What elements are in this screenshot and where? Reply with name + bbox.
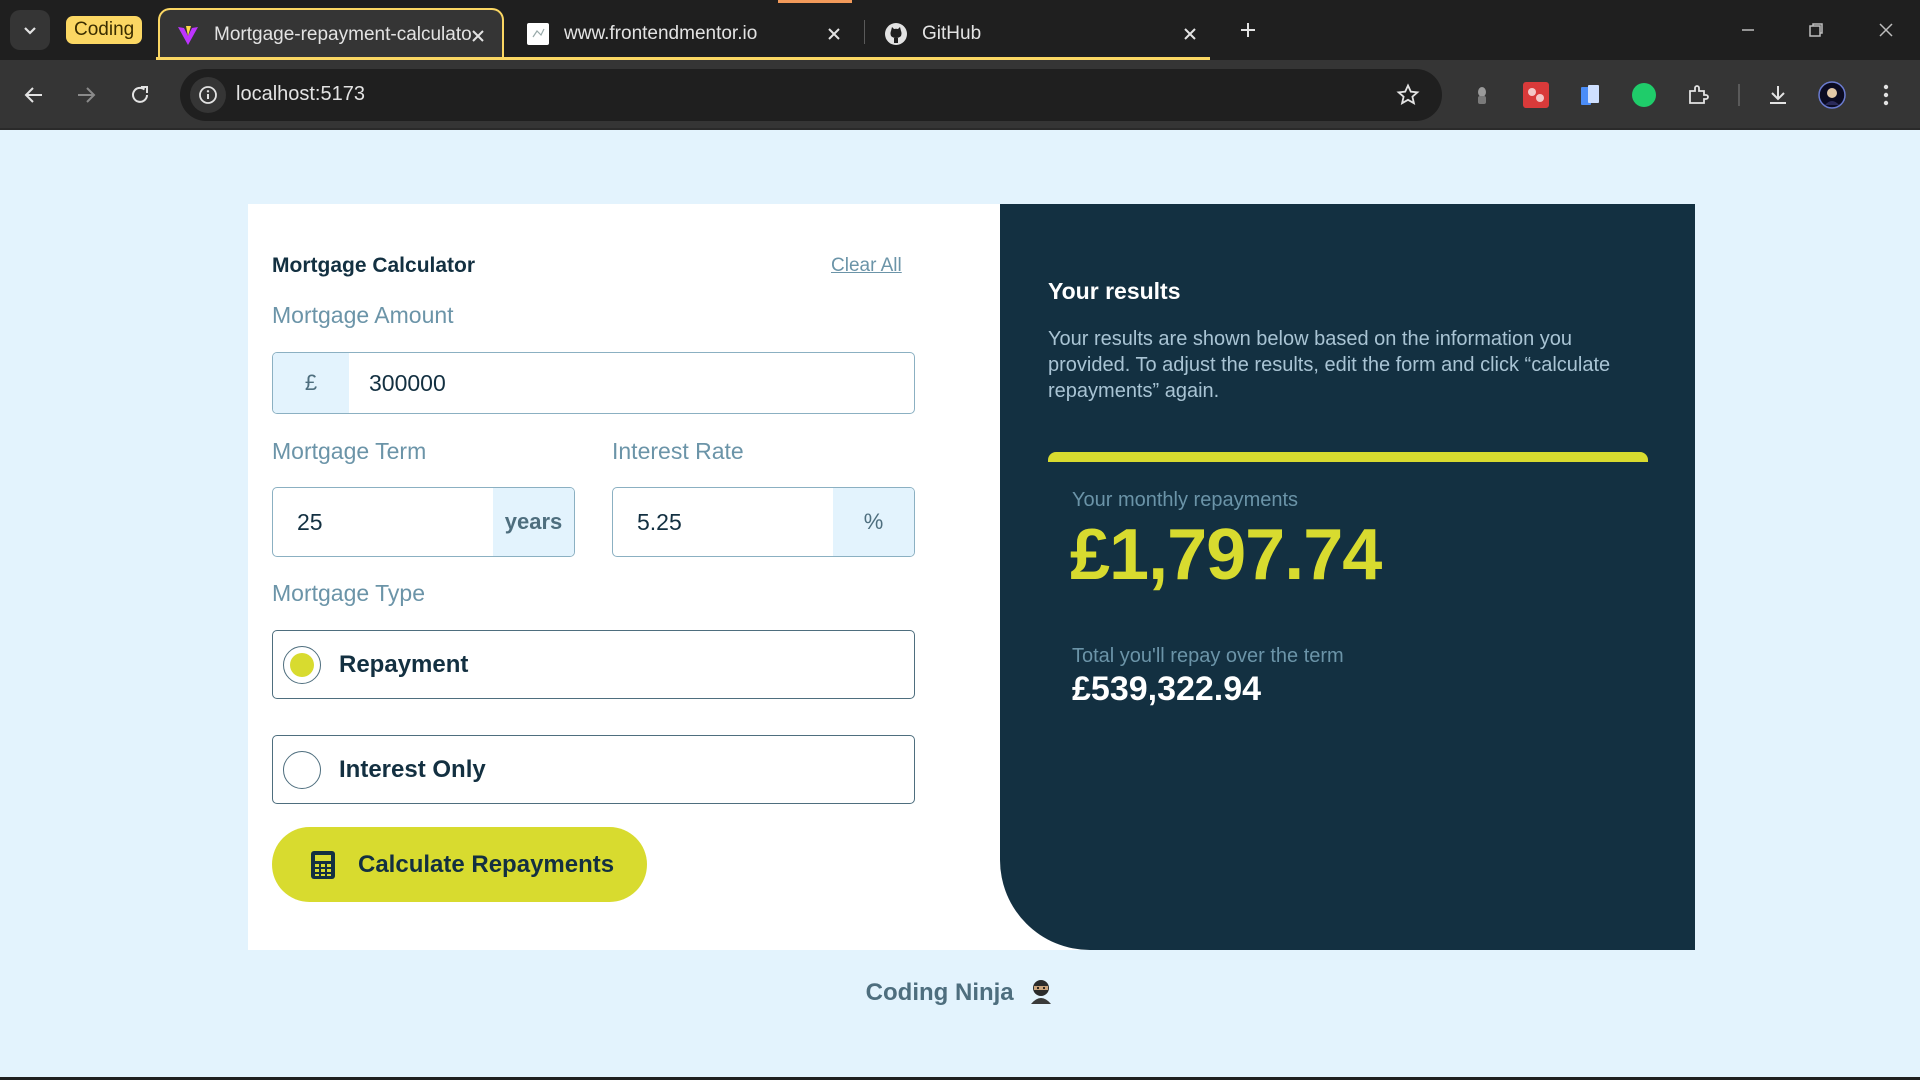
vite-logo-icon [176, 23, 200, 47]
close-icon[interactable] [1178, 22, 1202, 46]
ninja-emoji-icon [1028, 978, 1054, 1004]
close-window-button[interactable] [1862, 10, 1910, 50]
radio-dot [290, 652, 314, 677]
arrow-right-icon [78, 87, 96, 103]
clear-all-link[interactable]: Clear All [831, 255, 902, 277]
button-label: Calculate Repayments [358, 850, 615, 878]
restore-button[interactable] [1792, 10, 1840, 50]
restore-icon [1809, 23, 1823, 37]
calculate-repayments-button[interactable]: Calculate Repayments [272, 827, 647, 902]
site-info-button[interactable] [190, 77, 226, 113]
toolbar-separator [1738, 84, 1740, 106]
close-icon[interactable] [466, 24, 490, 48]
forward-button[interactable] [68, 77, 104, 113]
results-title: Your results [1048, 278, 1181, 304]
years-suffix: years [493, 488, 574, 556]
frontendmentor-favicon-icon [526, 22, 550, 46]
mortgage-form: Mortgage Calculator Clear All Mortgage A… [248, 204, 1000, 950]
star-icon [1396, 83, 1420, 106]
mortgage-term-label: Mortgage Term [272, 438, 427, 464]
extension-icon[interactable] [1522, 81, 1550, 109]
interest-rate-label: Interest Rate [612, 438, 744, 464]
minimize-button[interactable] [1724, 10, 1772, 50]
url-text: localhost:5173 [236, 83, 365, 105]
arrow-left-icon [24, 87, 42, 103]
extension-icon[interactable] [1468, 81, 1496, 109]
radio-interest-only[interactable]: Interest Only [272, 735, 915, 804]
extension-icon[interactable] [1576, 81, 1604, 109]
info-icon [199, 86, 217, 104]
interest-rate-field[interactable]: 5.25 % [612, 487, 915, 557]
calculator-card: Mortgage Calculator Clear All Mortgage A… [248, 204, 1695, 950]
tab-search-button[interactable] [10, 10, 50, 50]
total-repay-label: Total you'll repay over the term [1072, 645, 1344, 667]
close-icon [1879, 23, 1893, 37]
results-description: Your results are shown below based on th… [1048, 328, 1611, 402]
tab-title: Mortgage-repayment-calculato [214, 24, 472, 45]
bookmark-button[interactable] [1394, 81, 1422, 109]
profile-avatar[interactable] [1818, 81, 1846, 109]
radio-repayment[interactable]: Repayment [272, 630, 915, 699]
reload-icon [132, 86, 148, 103]
tab-title: www.frontendmentor.io [564, 23, 758, 44]
percent-suffix: % [833, 488, 914, 556]
tab-mortgage-calculator[interactable]: Mortgage-repayment-calculato [158, 8, 504, 60]
extensions-puzzle-icon[interactable] [1684, 81, 1712, 109]
github-logo-icon [884, 22, 908, 46]
radio-label: Repayment [339, 650, 469, 678]
radio-button[interactable] [283, 750, 321, 789]
radio-button-selected[interactable] [283, 645, 321, 684]
radio-label: Interest Only [339, 755, 486, 783]
tab-group-chip[interactable]: Coding [66, 16, 143, 44]
mortgage-type-label: Mortgage Type [272, 580, 426, 606]
mortgage-amount-label: Mortgage Amount [272, 302, 454, 328]
minimize-icon [1742, 29, 1754, 31]
media-indicator [778, 0, 852, 3]
menu-kebab-icon[interactable] [1872, 81, 1900, 109]
footer-text: Coding Ninja [865, 979, 1014, 1006]
tab-frontendmentor[interactable]: www.frontendmentor.io [510, 8, 858, 60]
back-button[interactable] [16, 77, 52, 113]
form-title: Mortgage Calculator [272, 254, 476, 277]
mortgage-amount-field[interactable]: £ 300000 [272, 352, 915, 414]
new-tab-button[interactable] [1232, 14, 1264, 46]
footer: Coding Ninja [0, 978, 1920, 1007]
results-panel: Your results Your results are shown belo… [1000, 204, 1695, 950]
mortgage-amount-input[interactable]: 300000 [349, 353, 446, 413]
plus-icon [1241, 23, 1255, 37]
tab-title: GitHub [922, 23, 982, 44]
tab-github[interactable]: GitHub [868, 8, 1214, 60]
download-icon[interactable] [1764, 81, 1792, 109]
currency-prefix: £ [273, 353, 349, 413]
address-bar[interactable]: localhost:5173 [180, 69, 1442, 121]
mortgage-term-input[interactable]: 25 [273, 488, 493, 556]
browser-toolbar: localhost:5173 [0, 60, 1920, 130]
extension-icon[interactable] [1630, 81, 1658, 109]
chevron-down-icon [24, 27, 36, 35]
calculator-icon [310, 850, 336, 880]
mortgage-term-field[interactable]: 25 years [272, 487, 575, 557]
browser-tab-strip: Coding Mortgage-repayment-calculato www.… [0, 0, 1920, 60]
interest-rate-input[interactable]: 5.25 [613, 488, 833, 556]
total-repay-value: £539,322.94 [1072, 670, 1262, 708]
tab-separator [864, 20, 865, 44]
monthly-repayments-label: Your monthly repayments [1072, 489, 1299, 511]
reload-button[interactable] [122, 77, 158, 113]
monthly-repayments-value: £1,797.74 [1070, 515, 1382, 595]
close-icon[interactable] [822, 22, 846, 46]
